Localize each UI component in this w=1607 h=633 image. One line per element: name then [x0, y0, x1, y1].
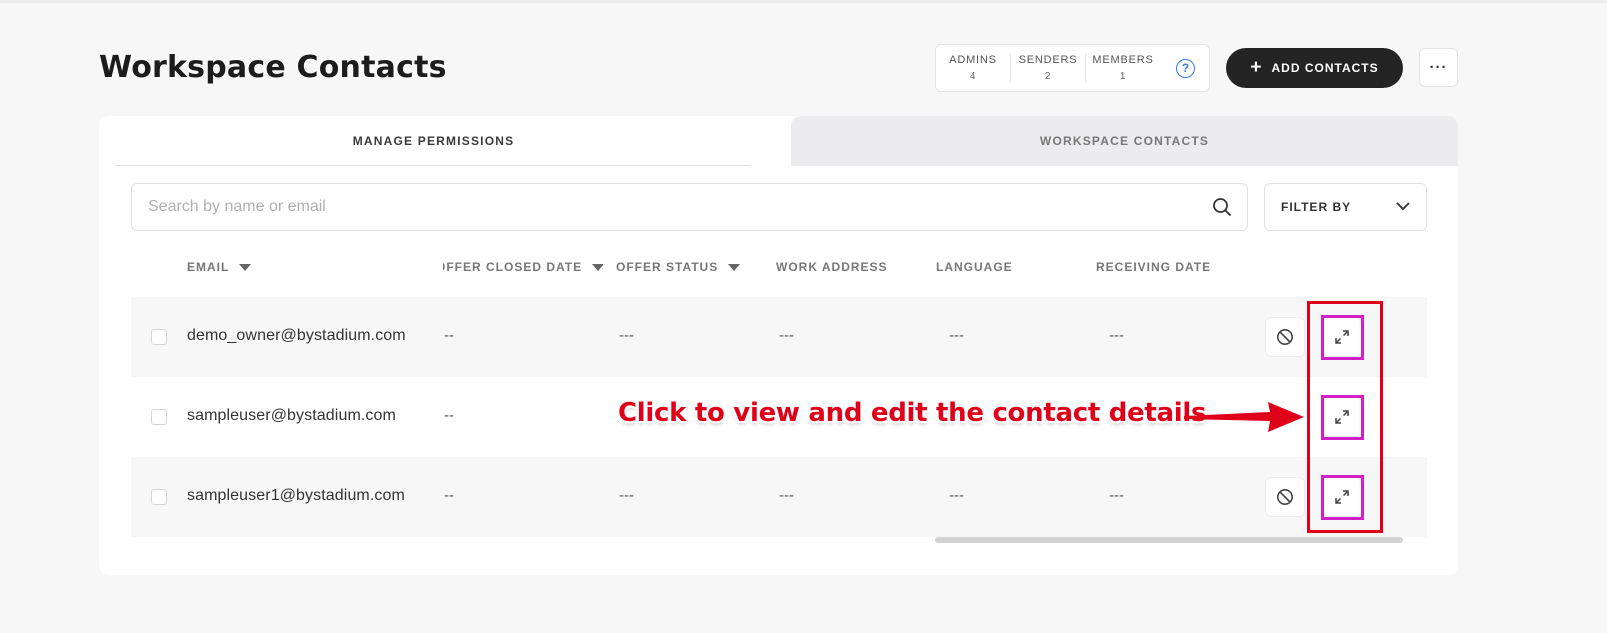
add-contacts-button[interactable]: + ADD CONTACTS — [1226, 48, 1403, 88]
column-header-offer-closed-date-clip: OFFER CLOSED DATE — [443, 260, 603, 276]
sort-caret-icon — [239, 263, 252, 271]
tab-workspace-contacts[interactable]: WORKSPACE CONTACTS — [791, 116, 1458, 166]
row-offer-closed-date: -- — [444, 487, 454, 504]
column-header-offer-closed-date[interactable]: OFFER CLOSED DATE — [443, 260, 603, 274]
sort-caret-icon — [728, 263, 741, 271]
stat-label: ADMINS — [949, 54, 997, 66]
page-title: Workspace Contacts — [99, 50, 447, 85]
sort-caret-icon — [592, 263, 603, 271]
search-box — [131, 183, 1248, 231]
block-button[interactable] — [1265, 317, 1305, 357]
chevron-down-icon — [1396, 200, 1410, 214]
help-icon[interactable]: ? — [1176, 58, 1195, 78]
column-header-receiving-date[interactable]: RECEIVING DATE — [1096, 260, 1211, 274]
row-checkbox[interactable] — [151, 329, 167, 345]
column-label: RECEIVING DATE — [1096, 260, 1212, 274]
stat-value: 4 — [969, 71, 977, 82]
row-email: sampleuser@bystadium.com — [187, 407, 396, 424]
stat-members: MEMBERS 1 — [1086, 54, 1160, 82]
horizontal-scrollbar[interactable] — [935, 537, 1403, 543]
role-stats: ADMINS 4 SENDERS 2 MEMBERS 1 ? — [935, 44, 1210, 92]
row-receiving-date: --- — [1109, 327, 1124, 344]
search-icon[interactable] — [1212, 197, 1232, 222]
row-checkbox[interactable] — [151, 489, 167, 505]
row-language: --- — [949, 487, 964, 504]
tab-manage-permissions[interactable]: MANAGE PERMISSIONS — [116, 116, 751, 166]
stat-label: SENDERS — [1018, 54, 1078, 66]
row-work-address: --- — [779, 487, 794, 504]
top-border — [0, 0, 1607, 3]
annotation-highlight-expand — [1321, 475, 1364, 520]
column-label: OFFER STATUS — [616, 260, 719, 274]
filter-label: FILTER BY — [1281, 200, 1352, 214]
table-row: sampleuser1@bystadium.com -- --- --- ---… — [131, 457, 1427, 537]
stat-admins: ADMINS 4 — [936, 54, 1010, 82]
stat-senders: SENDERS 2 — [1011, 54, 1085, 82]
block-icon — [1277, 489, 1293, 505]
annotation-text: Click to view and edit the contact detai… — [618, 398, 1207, 428]
row-language: --- — [949, 327, 964, 344]
add-contacts-label: ADD CONTACTS — [1271, 61, 1379, 75]
column-header-offer-status[interactable]: OFFER STATUS — [616, 260, 741, 274]
row-work-address: --- — [779, 327, 794, 344]
row-offer-closed-date: -- — [444, 327, 454, 344]
stat-value: 2 — [1044, 71, 1052, 82]
stat-label: MEMBERS — [1092, 54, 1154, 66]
stat-value: 1 — [1119, 71, 1127, 82]
more-options-button[interactable]: ··· — [1419, 48, 1458, 87]
filter-dropdown[interactable]: FILTER BY — [1264, 183, 1427, 231]
annotation-arrow-icon — [1184, 402, 1304, 432]
row-offer-status: --- — [619, 487, 634, 504]
row-receiving-date: --- — [1109, 487, 1124, 504]
block-icon — [1277, 329, 1293, 345]
row-offer-closed-date: -- — [444, 407, 454, 424]
row-email: demo_owner@bystadium.com — [187, 327, 406, 344]
block-button[interactable] — [1265, 477, 1305, 517]
column-header-email[interactable]: EMAIL — [187, 260, 252, 274]
column-label: OFFER CLOSED DATE — [443, 260, 583, 274]
column-header-work-address[interactable]: WORK ADDRESS — [776, 260, 888, 274]
search-input[interactable] — [132, 184, 1182, 230]
column-label: WORK ADDRESS — [776, 260, 888, 274]
column-header-language[interactable]: LANGUAGE — [936, 260, 1013, 274]
annotation-highlight-expand — [1321, 395, 1364, 440]
annotation-highlight-expand — [1321, 315, 1364, 360]
plus-icon: + — [1250, 56, 1263, 78]
row-offer-status: --- — [619, 327, 634, 344]
row-checkbox[interactable] — [151, 409, 167, 425]
table-row: demo_owner@bystadium.com -- --- --- --- … — [131, 297, 1427, 377]
row-email: sampleuser1@bystadium.com — [187, 487, 405, 504]
column-label: LANGUAGE — [936, 260, 1013, 274]
column-label: EMAIL — [187, 260, 230, 274]
